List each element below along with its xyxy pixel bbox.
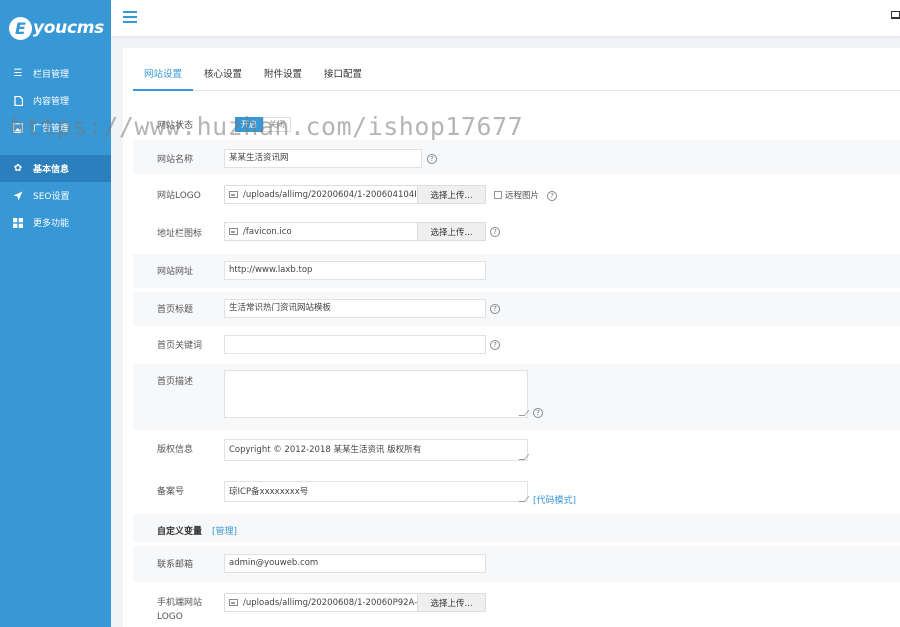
image-icon: [229, 228, 238, 235]
tab-api-config[interactable]: 接口配置: [313, 63, 373, 91]
sidebar-item-columns[interactable]: ☰ 栏目管理: [0, 60, 111, 87]
grid-icon: [13, 217, 23, 228]
row-copyright: 版权信息 Copyright © 2012-2018 某某生活资讯 版权所有: [133, 432, 900, 470]
tab-attachment-settings[interactable]: 附件设置: [253, 63, 313, 91]
sidebar: E youcms ☰ 栏目管理 内容管理 广告管理 ✿ 基本信息 SEO设置 更…: [0, 0, 111, 627]
help-icon[interactable]: ?: [427, 154, 437, 164]
logo-badge: E: [9, 16, 32, 40]
site-name-input[interactable]: 某某生活资讯网: [224, 149, 422, 168]
row-custom-variables: 自定义变量 [管理]: [133, 514, 900, 542]
mobile-logo-value: /uploads/allimg/20200608/1-20060P92A-: [243, 597, 417, 608]
sidebar-item-label: 更多功能: [33, 219, 70, 229]
sidebar-nav: ☰ 栏目管理 内容管理 广告管理 ✿ 基本信息 SEO设置 更多功能: [0, 60, 111, 236]
settings-panel: 网站设置 核心设置 附件设置 接口配置 网站状态 开启 关闭 网站名称 某某生活…: [123, 48, 900, 627]
sidebar-item-seo[interactable]: SEO设置: [0, 182, 111, 209]
checkbox-box[interactable]: [494, 191, 502, 199]
row-contact-email: 联系邮箱 admin@youweb.com: [133, 546, 900, 582]
site-logo-upload-button[interactable]: 选择上传...: [417, 186, 485, 203]
list-icon: ☰: [13, 68, 23, 79]
home-keywords-input[interactable]: [224, 335, 486, 354]
help-icon[interactable]: ?: [490, 227, 500, 237]
field-label: 网站LOGO: [157, 191, 201, 201]
favicon-path[interactable]: /favicon.ico: [225, 223, 417, 240]
monitor-icon[interactable]: [891, 11, 900, 19]
sidebar-item-content[interactable]: 内容管理: [0, 87, 111, 114]
sidebar-separator: [0, 141, 111, 155]
sidebar-item-label: 基本信息: [33, 165, 70, 175]
image-icon: [13, 122, 23, 133]
mobile-logo-path[interactable]: /uploads/allimg/20200608/1-20060P92A-: [225, 594, 417, 611]
sidebar-item-more[interactable]: 更多功能: [0, 209, 111, 236]
mobile-logo-upload-button[interactable]: 选择上传...: [417, 594, 485, 611]
field-label: 网站名称: [157, 155, 194, 165]
tab-site-settings[interactable]: 网站设置: [133, 63, 194, 91]
favicon-upload: /favicon.ico 选择上传...: [224, 222, 486, 241]
field-label: 网站状态: [157, 121, 194, 131]
section-heading: 自定义变量: [157, 527, 203, 537]
help-icon[interactable]: ?: [490, 304, 500, 314]
menu-toggle-icon[interactable]: [123, 11, 137, 23]
sidebar-item-ads[interactable]: 广告管理: [0, 114, 111, 141]
help-icon[interactable]: ?: [490, 340, 500, 350]
row-mobile-logo: 手机端网站 LOGO /uploads/allimg/20200608/1-20…: [133, 586, 900, 627]
field-label: 联系邮箱: [157, 560, 194, 570]
site-url-input[interactable]: http://www.laxb.top: [224, 261, 486, 280]
field-label-line: LOGO: [157, 612, 183, 622]
row-home-title: 首页标题 生活常识热门资讯网站模板 ?: [133, 292, 900, 326]
field-label: 首页标题: [157, 305, 194, 315]
sidebar-item-basic-info[interactable]: ✿ 基本信息: [0, 155, 111, 182]
field-label: 地址栏图标: [157, 229, 203, 239]
site-status-toggle[interactable]: 开启 关闭: [235, 117, 291, 132]
copyright-textarea[interactable]: Copyright © 2012-2018 某某生活资讯 版权所有: [224, 439, 528, 461]
row-icp: 备案号 琼ICP备xxxxxxxx号 [代码模式]: [133, 474, 900, 514]
field-label-line: 手机端网站: [157, 598, 203, 608]
row-site-name: 网站名称 某某生活资讯网 ?: [133, 140, 900, 174]
gear-icon: ✿: [13, 163, 23, 174]
row-site-status: 网站状态 开启 关闭: [133, 114, 900, 136]
tab-core-settings[interactable]: 核心设置: [193, 63, 253, 91]
help-icon[interactable]: ?: [533, 408, 543, 418]
site-logo-path[interactable]: /uploads/allimg/20200604/1-200604104I: [225, 186, 417, 203]
sidebar-item-label: 广告管理: [33, 124, 70, 134]
row-site-url: 网站网址 http://www.laxb.top: [133, 254, 900, 288]
code-mode-link[interactable]: [代码模式]: [533, 493, 576, 506]
field-label: 首页关键词: [157, 341, 203, 351]
field-label: 首页描述: [157, 377, 194, 387]
favicon-upload-button[interactable]: 选择上传...: [417, 223, 485, 240]
sidebar-item-label: SEO设置: [33, 192, 70, 202]
home-description-textarea[interactable]: [224, 370, 528, 418]
remote-image-checkbox[interactable]: 远程图片: [494, 189, 539, 201]
logo-text: youcms: [33, 18, 104, 38]
image-icon: [229, 599, 238, 606]
send-icon: [13, 191, 23, 201]
favicon-value: /favicon.ico: [243, 226, 292, 237]
remote-image-label: 远程图片: [505, 191, 540, 201]
home-title-input[interactable]: 生活常识热门资讯网站模板: [224, 299, 486, 318]
logo[interactable]: E youcms: [0, 0, 111, 56]
settings-tabs: 网站设置 核心设置 附件设置 接口配置: [133, 63, 900, 91]
row-home-keywords: 首页关键词 ?: [133, 328, 900, 364]
field-label: 手机端网站 LOGO: [157, 596, 202, 624]
site-logo-value: /uploads/allimg/20200604/1-200604104I: [243, 189, 417, 200]
contact-email-input[interactable]: admin@youweb.com: [224, 554, 486, 573]
image-icon: [229, 191, 238, 198]
sidebar-item-label: 栏目管理: [33, 70, 70, 80]
icp-textarea[interactable]: 琼ICP备xxxxxxxx号: [224, 481, 528, 502]
row-site-logo: 网站LOGO /uploads/allimg/20200604/1-200604…: [133, 176, 900, 214]
status-on-option[interactable]: 开启: [235, 117, 263, 132]
sidebar-item-label: 内容管理: [33, 97, 70, 107]
topbar: [111, 0, 900, 36]
site-logo-upload: /uploads/allimg/20200604/1-200604104I 选择…: [224, 185, 486, 204]
field-label: 网站网址: [157, 267, 194, 277]
field-label: 备案号: [157, 487, 185, 497]
help-icon[interactable]: ?: [547, 191, 557, 201]
status-off-option[interactable]: 关闭: [263, 117, 291, 132]
manage-link[interactable]: [管理]: [212, 524, 237, 537]
field-label: 版权信息: [157, 445, 194, 455]
document-icon: [13, 95, 23, 106]
row-home-description: 首页描述 ?: [133, 364, 900, 430]
row-favicon: 地址栏图标 /favicon.ico 选择上传... ?: [133, 214, 900, 250]
mobile-logo-upload: /uploads/allimg/20200608/1-20060P92A- 选择…: [224, 593, 486, 612]
